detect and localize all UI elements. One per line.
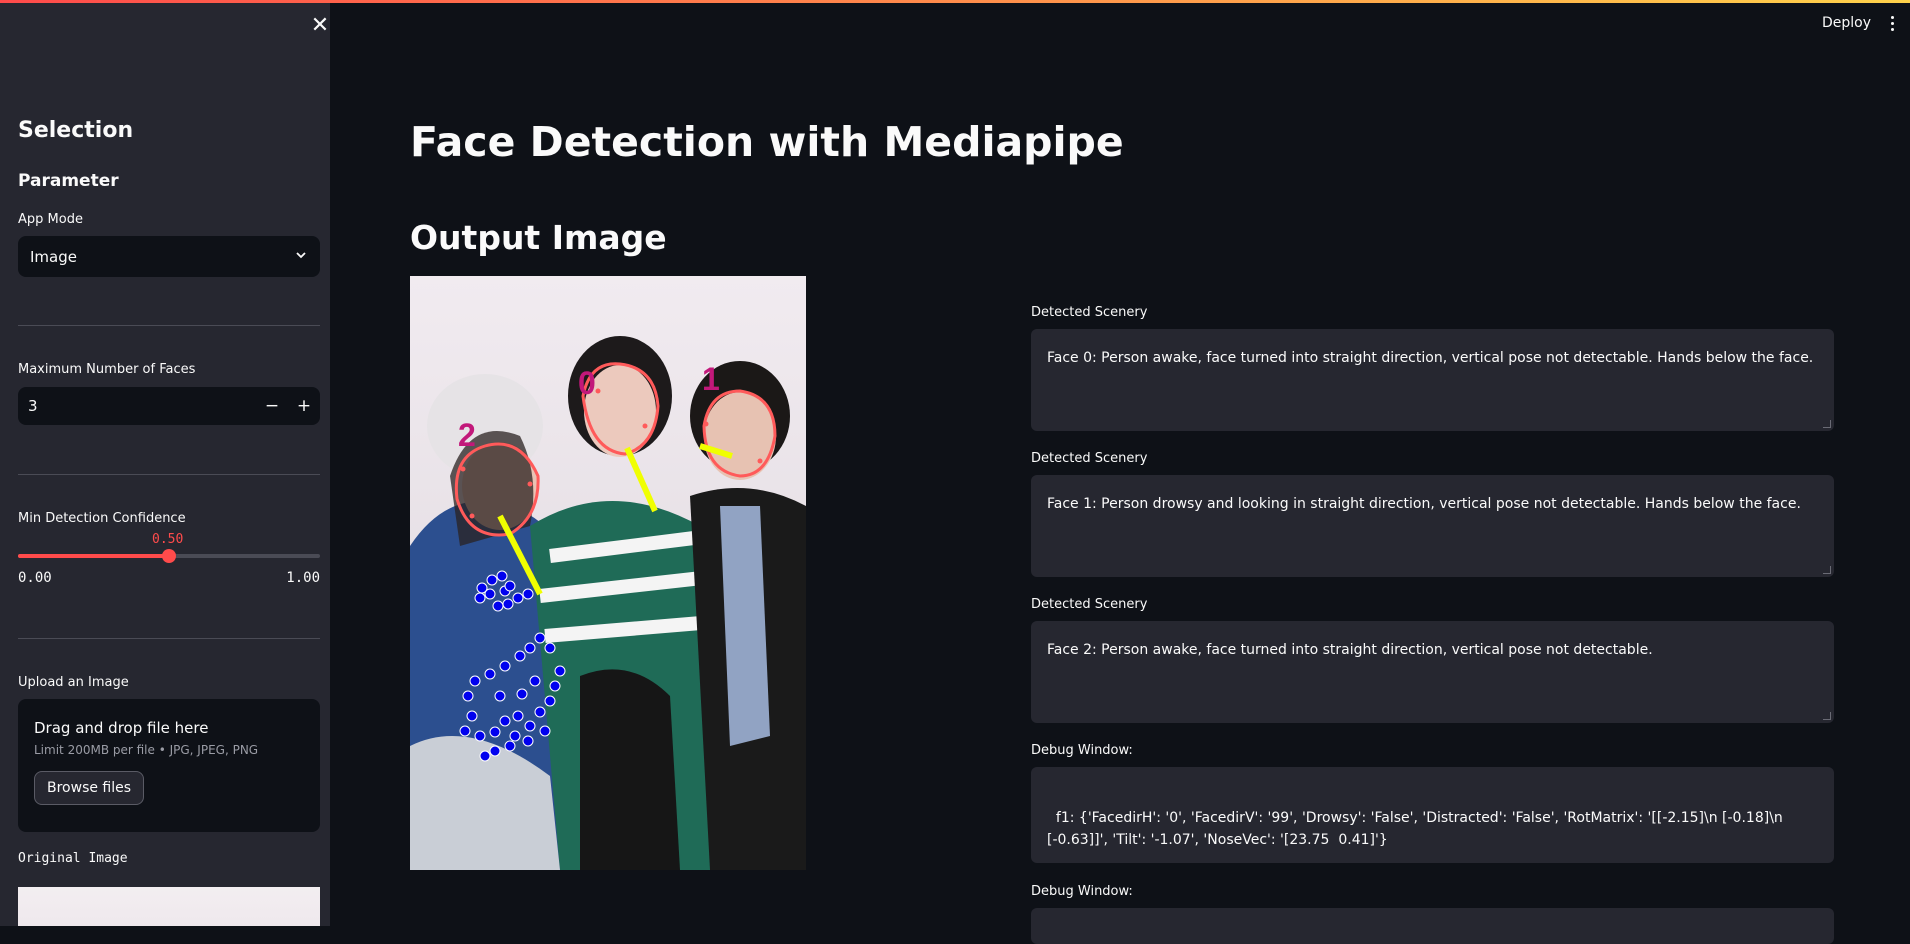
app-mode-label: App Mode bbox=[18, 212, 83, 227]
face-label-0: 0 bbox=[578, 365, 596, 401]
max-faces-stepper: 3 − + bbox=[18, 387, 320, 425]
upload-label: Upload an Image bbox=[18, 675, 129, 690]
slider-max-label: 1.00 bbox=[286, 570, 320, 586]
debug-window-textarea[interactable]: f1: {'FacedirH': '0', 'FacedirV': '99', … bbox=[1031, 767, 1834, 863]
original-image-caption: Original Image bbox=[18, 851, 128, 866]
debug-window-textarea[interactable] bbox=[1031, 908, 1834, 944]
slider-fill bbox=[18, 554, 169, 558]
detected-scenery-textarea[interactable]: Face 0: Person awake, face turned into s… bbox=[1031, 329, 1834, 431]
resize-handle-icon[interactable] bbox=[1823, 566, 1831, 574]
confidence-slider[interactable] bbox=[18, 549, 320, 563]
field-label: Detected Scenery bbox=[1031, 305, 1148, 320]
top-decoration-bar bbox=[0, 0, 1910, 3]
app-mode-select[interactable]: Image bbox=[18, 236, 320, 277]
page-title: Face Detection with Mediapipe bbox=[410, 118, 1124, 166]
face-label-1: 1 bbox=[702, 361, 720, 397]
field-label: Debug Window: bbox=[1031, 884, 1133, 899]
original-image bbox=[18, 887, 320, 926]
output-heading: Output Image bbox=[410, 218, 667, 257]
increment-button[interactable]: + bbox=[288, 387, 320, 425]
sidebar-subtitle: Parameter bbox=[18, 171, 119, 191]
resize-handle-icon[interactable] bbox=[1823, 712, 1831, 720]
file-dropzone[interactable]: Drag and drop file here Limit 200MB per … bbox=[18, 699, 320, 832]
textarea-value: f1: {'FacedirH': '0', 'FacedirV': '99', … bbox=[1047, 810, 1788, 848]
more-vert-icon[interactable] bbox=[1885, 12, 1899, 34]
confidence-value: 0.50 bbox=[152, 532, 184, 547]
close-icon[interactable]: ✕ bbox=[308, 14, 330, 38]
textarea-value: Face 2: Person awake, face turned into s… bbox=[1047, 642, 1653, 658]
dropzone-limit: Limit 200MB per file • JPG, JPEG, PNG bbox=[34, 743, 259, 757]
textarea-value: Face 1: Person drowsy and looking in str… bbox=[1047, 496, 1801, 512]
app-mode-value: Image bbox=[30, 247, 77, 266]
chevron-down-icon bbox=[294, 248, 308, 266]
confidence-label: Min Detection Confidence bbox=[18, 511, 186, 526]
decrement-button[interactable]: − bbox=[256, 387, 288, 425]
deploy-button[interactable]: Deploy bbox=[1822, 15, 1871, 31]
dropzone-title: Drag and drop file here bbox=[34, 719, 209, 737]
field-label: Detected Scenery bbox=[1031, 451, 1148, 466]
sidebar-divider bbox=[18, 325, 320, 326]
detected-scenery-textarea[interactable]: Face 2: Person awake, face turned into s… bbox=[1031, 621, 1834, 723]
sidebar: ✕ Selection Parameter App Mode Image Max… bbox=[0, 0, 330, 926]
max-faces-label: Maximum Number of Faces bbox=[18, 362, 196, 377]
field-label: Debug Window: bbox=[1031, 743, 1133, 758]
slider-min-label: 0.00 bbox=[18, 570, 52, 586]
resize-handle-icon[interactable] bbox=[1823, 420, 1831, 428]
max-faces-input[interactable]: 3 bbox=[18, 397, 256, 415]
sidebar-divider bbox=[18, 474, 320, 475]
field-label: Detected Scenery bbox=[1031, 597, 1148, 612]
sidebar-divider bbox=[18, 638, 320, 639]
sidebar-title: Selection bbox=[18, 118, 134, 143]
browse-files-button[interactable]: Browse files bbox=[34, 771, 145, 805]
textarea-value: Face 0: Person awake, face turned into s… bbox=[1047, 350, 1814, 366]
face-label-2: 2 bbox=[458, 417, 476, 453]
detected-scenery-textarea[interactable]: Face 1: Person drowsy and looking in str… bbox=[1031, 475, 1834, 577]
output-image: 2 0 1 bbox=[410, 276, 806, 870]
slider-thumb[interactable] bbox=[162, 549, 176, 563]
